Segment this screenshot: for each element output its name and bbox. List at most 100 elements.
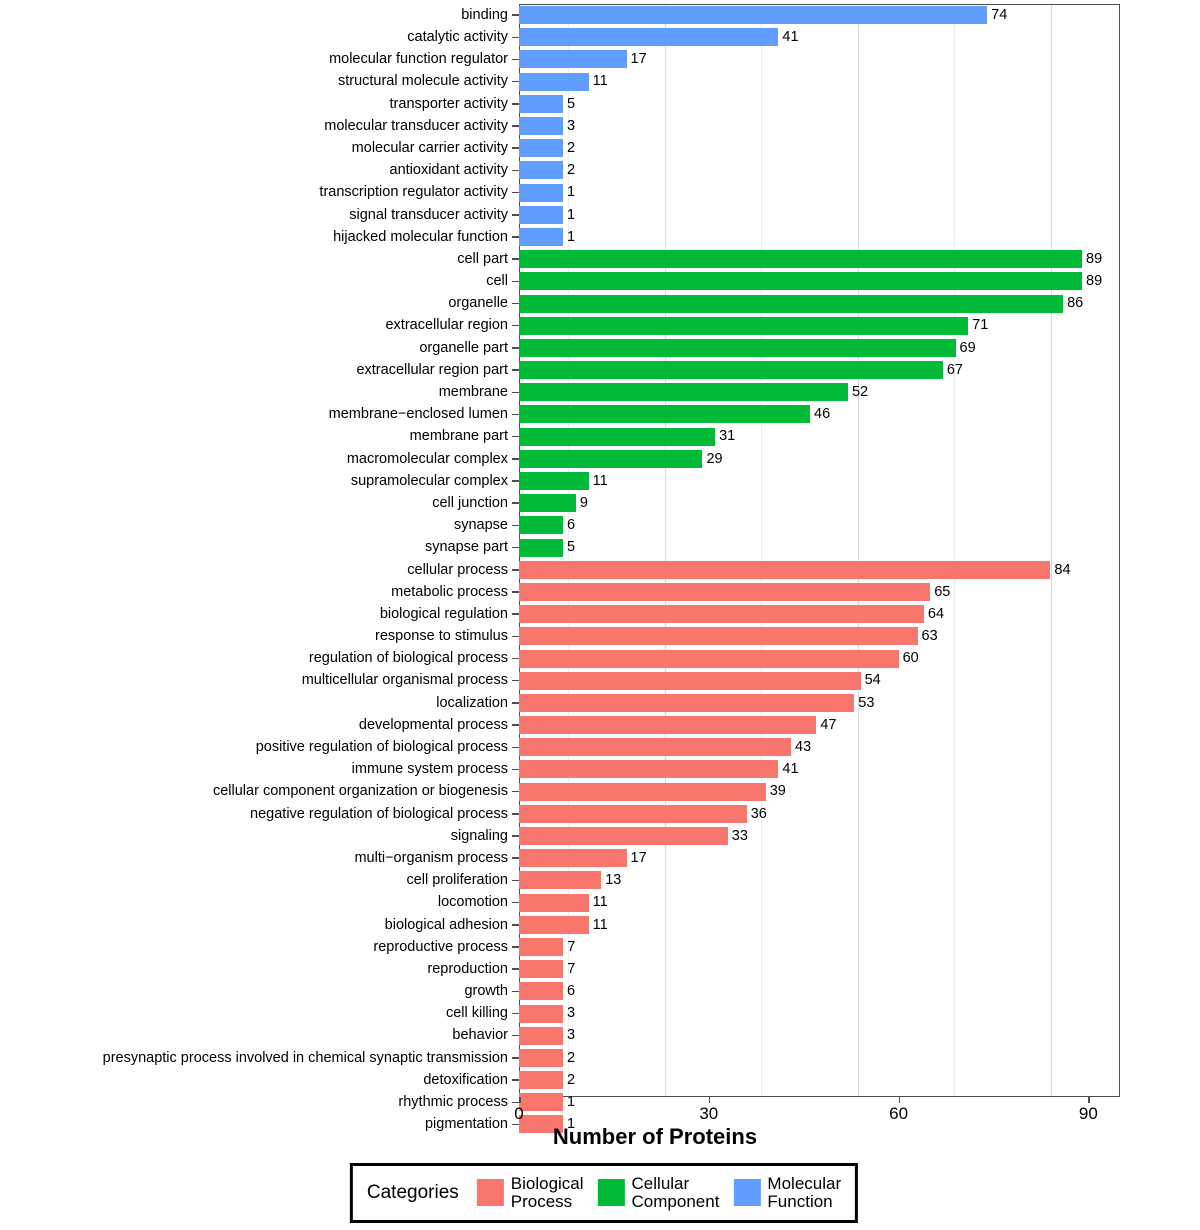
legend-swatch-cellular-component [597,1179,625,1207]
bar[interactable] [519,361,943,380]
bar-value-label: 41 [782,29,799,46]
bar-track: 74 [519,4,1200,26]
bar-category-label: extracellular region part [356,361,508,378]
bar-track: 11 [519,71,1200,93]
bar-track: 7 [519,936,1200,958]
bar[interactable] [519,982,563,1001]
bar[interactable] [519,1048,563,1067]
bar[interactable] [519,72,589,91]
bar[interactable] [519,1026,563,1045]
bar-track: 86 [519,292,1200,314]
bar-value-label: 11 [592,472,608,489]
legend-swatch-molecular-function [733,1179,761,1207]
bar[interactable] [519,849,627,868]
bar-track: 1 [519,182,1200,204]
bar[interactable] [519,516,563,535]
bar-category-label: response to stimulus [375,628,508,645]
bar[interactable] [519,582,931,601]
y-axis-tick [512,169,519,172]
bar[interactable] [519,827,728,846]
bar-track: 2 [519,1069,1200,1091]
bar[interactable] [519,227,563,246]
bar[interactable] [519,893,589,912]
bar[interactable] [519,560,1051,579]
bar[interactable] [519,760,779,779]
bar-track: 29 [519,448,1200,470]
y-axis-tick [512,236,519,238]
legend-item-molecular-function[interactable]: Molecular Function [733,1175,841,1211]
bar[interactable] [519,316,969,335]
bar[interactable] [519,50,627,69]
bar[interactable] [519,960,564,979]
bar[interactable] [519,716,817,735]
bar[interactable] [519,205,563,224]
bar[interactable] [519,161,563,180]
bar-track: 53 [519,692,1200,714]
bar[interactable] [519,183,563,202]
bar[interactable] [519,405,810,424]
bar[interactable] [519,383,848,402]
bar-row: structural molecule activity 11 [0,71,1200,93]
bar-row: signaling 33 [0,825,1200,847]
bar[interactable] [519,272,1083,291]
bar[interactable] [519,449,703,468]
bar-row: transcription regulator activity 1 [0,182,1200,204]
bar-row: transporter activity 5 [0,93,1200,115]
bar[interactable] [519,494,576,513]
plot-area: binding 74 catalytic activity 41 molecular f… [0,0,1200,1134]
bar[interactable] [519,117,563,136]
bar[interactable] [519,28,779,47]
bar[interactable] [519,538,563,557]
bar[interactable] [519,649,899,668]
bar-value-label: 9 [579,494,588,511]
bar-track: 9 [519,492,1200,514]
bar[interactable] [519,139,563,158]
bar[interactable] [519,671,861,690]
bar[interactable] [519,472,589,491]
bar-category-label: growth [464,983,508,1000]
bar[interactable] [519,693,855,712]
bar[interactable] [519,782,766,801]
bar-value-label: 60 [902,650,919,667]
bar-track: 3 [519,1002,1200,1024]
y-axis-tick [512,613,519,615]
x-axis-tick-label: 30 [699,1104,719,1123]
bar-row: detoxification 2 [0,1069,1200,1091]
bar[interactable] [519,605,924,624]
bar-row: presynaptic process involved in chemical… [0,1047,1200,1069]
bar-row: organelle 86 [0,292,1200,314]
bar-track: 17 [519,847,1200,869]
bar[interactable] [519,250,1083,269]
bar-value-label: 5 [567,539,576,556]
y-axis-tick [512,214,519,216]
bar-row: cellular component organization or bioge… [0,781,1200,803]
bar[interactable] [519,1004,563,1023]
bar-track: 52 [519,381,1200,403]
bar-value-label: 11 [592,894,608,911]
bar[interactable] [519,915,589,934]
bar[interactable] [519,627,918,646]
bar[interactable] [519,94,563,113]
bar[interactable] [519,937,564,956]
bar[interactable] [519,804,747,823]
bar[interactable] [519,294,1064,313]
bar[interactable] [519,6,988,25]
bar-category-label: synapse [453,517,508,534]
bar-value-label: 54 [864,672,881,689]
y-axis-tick [512,524,519,527]
legend-label-cellular-component: Cellular Component [631,1174,720,1211]
bar[interactable] [519,338,956,357]
bar-row: positive regulation of biological proces… [0,736,1200,758]
bar[interactable] [519,871,602,890]
bar[interactable] [519,1071,563,1090]
legend-item-biological-process[interactable]: Biological Process [476,1175,584,1211]
bar-category-label: molecular function regulator [329,51,508,68]
y-axis-tick [512,1034,519,1037]
bar-row: biological adhesion 11 [0,914,1200,936]
legend-item-cellular-component[interactable]: Cellular Component [597,1174,720,1211]
bar[interactable] [519,738,792,757]
y-axis-tick [512,502,519,504]
bar-row: reproduction 7 [0,958,1200,980]
bar[interactable] [519,427,716,446]
bar-value-label: 6 [567,983,576,1000]
